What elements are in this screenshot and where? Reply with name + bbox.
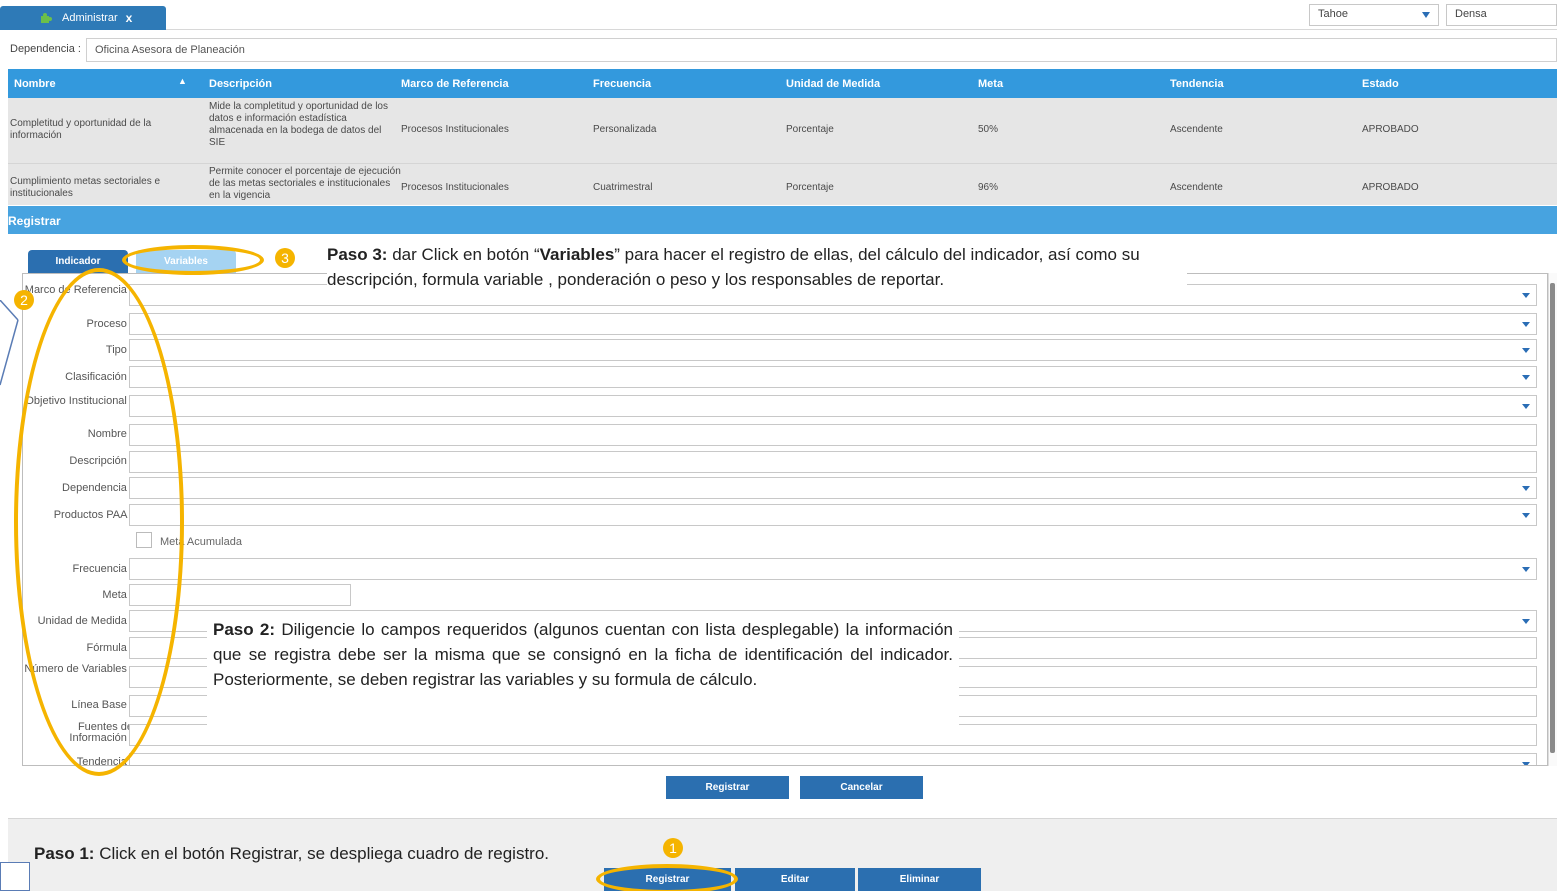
nombre-field[interactable] [129,424,1537,446]
cell-frecuencia: Personalizada [593,124,657,135]
editar-button[interactable]: Editar [735,868,855,891]
top-bar: Administrar x Tahoe Densa [0,0,1557,30]
chevron-down-icon [1522,486,1530,491]
highlight-ring-variables [122,245,264,275]
productos-paa-dropdown[interactable] [129,504,1537,526]
tab-label: Administrar [62,12,118,24]
cell-tendencia: Ascendente [1170,182,1223,193]
indicators-table: Nombre ▲ Descripción Marco de Referencia… [8,69,1557,205]
tab-administrar[interactable]: Administrar x [0,6,166,30]
callout-frame-shape [0,862,30,891]
step-number-3: 3 [275,248,295,268]
chevron-down-icon [1522,322,1530,327]
cell-meta: 50% [978,124,999,135]
col-tendencia[interactable]: Tendencia [1170,78,1224,90]
cell-marco: Procesos Institucionales [401,124,509,135]
cell-meta: 96% [978,182,999,193]
step-number-2: 2 [14,290,34,310]
chevron-down-icon [1522,348,1530,353]
cell-nombre: Completitud y oportunidad de la informac… [10,118,152,141]
chevron-down-icon [1522,513,1530,518]
paso1-text: Click en el botón Registrar, se desplieg… [94,844,550,863]
objetivo-dropdown[interactable] [129,395,1537,417]
col-unidad[interactable]: Unidad de Medida [786,78,880,90]
highlight-ring-registrar [596,864,738,891]
registrar-title: Registrar [8,214,61,228]
sort-asc-icon[interactable]: ▲ [178,76,187,86]
clasificacion-dropdown[interactable] [129,366,1537,388]
col-nombre[interactable]: Nombre [14,78,56,90]
cell-descripcion: Mide la completitud y oportunidad de los… [209,101,388,148]
paso3-text-a: dar Click en botón “ [387,245,540,264]
callout-arrow-shape [0,300,19,386]
proceso-dropdown[interactable] [129,313,1537,335]
dependencia-dropdown[interactable] [129,477,1537,499]
col-estado[interactable]: Estado [1362,78,1399,90]
table-row[interactable]: Cumplimiento metas sectoriales e institu… [8,163,1557,205]
density-select-value: Densa [1455,8,1487,20]
descripcion-field[interactable] [129,451,1537,473]
scrollbar-thumb[interactable] [1550,283,1555,753]
theme-select-value: Tahoe [1318,8,1348,20]
registrar-panel-title: Registrar [8,206,1557,234]
puzzle-icon [41,13,52,23]
registrar-submit-button[interactable]: Registrar [666,776,789,799]
cell-nombre: Cumplimiento metas sectoriales e institu… [10,176,161,199]
tipo-dropdown[interactable] [129,339,1537,361]
col-descripcion[interactable]: Descripción [209,78,272,90]
col-frecuencia[interactable]: Frecuencia [593,78,651,90]
eliminar-button[interactable]: Eliminar [858,868,981,891]
theme-select[interactable]: Tahoe [1309,4,1439,26]
chevron-down-icon [1422,12,1430,18]
dependencia-row: Dependencia : Oficina Asesora de Planeac… [0,35,1557,65]
paso1-title: Paso 1: [34,844,95,863]
frecuencia-dropdown[interactable] [129,558,1537,580]
cell-descripcion: Permite conocer el porcentaje de ejecuci… [209,166,401,201]
cell-frecuencia: Cuatrimestral [593,182,653,193]
close-icon[interactable]: x [126,11,133,25]
chevron-down-icon [1522,375,1530,380]
tendencia-dropdown[interactable] [129,753,1537,765]
chevron-down-icon [1522,619,1530,624]
table-header: Nombre ▲ Descripción Marco de Referencia… [8,69,1557,98]
cell-unidad: Porcentaje [786,124,834,135]
tab-indicador[interactable]: Indicador [28,250,128,273]
highlight-ring-labels [14,268,184,776]
cell-tendencia: Ascendente [1170,124,1223,135]
col-marco[interactable]: Marco de Referencia [401,78,509,90]
chevron-down-icon [1522,404,1530,409]
density-select[interactable]: Densa [1446,4,1557,26]
cancelar-button[interactable]: Cancelar [800,776,923,799]
callout-paso3: Paso 3: dar Click en botón “Variables” p… [327,242,1187,292]
col-meta[interactable]: Meta [978,78,1003,90]
callout-paso2: Paso 2: Diligencie lo campos requeridos … [207,617,959,742]
chevron-down-icon [1522,293,1530,298]
table-row[interactable]: Completitud y oportunidad de la informac… [8,98,1557,163]
cell-unidad: Porcentaje [786,182,834,193]
callout-paso1: Paso 1: Click en el botón Registrar, se … [34,841,574,866]
chevron-down-icon [1522,762,1530,765]
dependencia-label: Dependencia : [10,43,81,55]
cell-estado: APROBADO [1362,124,1419,135]
chevron-down-icon [1522,567,1530,572]
paso2-title: Paso 2: [213,620,276,639]
paso2-text: Diligencie lo campos requeridos (algunos… [213,620,953,689]
cell-marco: Procesos Institucionales [401,182,509,193]
cell-estado: APROBADO [1362,182,1419,193]
paso3-title: Paso 3: [327,245,388,264]
step-number-1: 1 [663,838,683,858]
dependencia-field[interactable]: Oficina Asesora de Planeación [86,38,1557,62]
paso3-bold: Variables [539,245,615,264]
